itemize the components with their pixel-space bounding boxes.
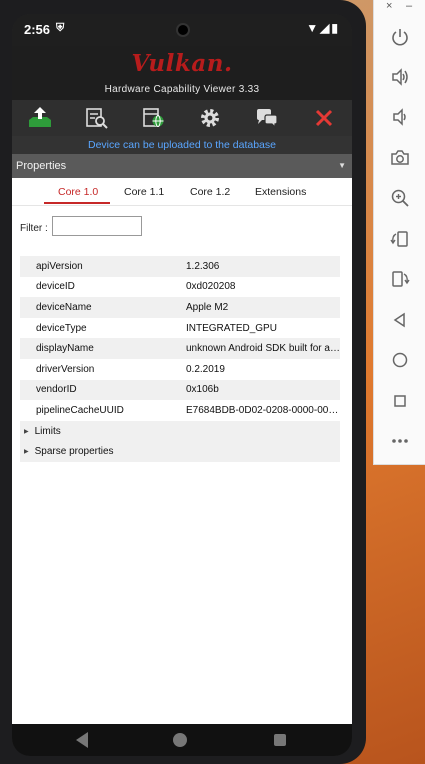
upload-button[interactable] [23,104,57,132]
tab-core-1-1[interactable]: Core 1.1 [124,186,164,198]
table-row[interactable]: apiVersion 1.2.306 [20,256,340,277]
property-value: E7684BDB-0D02-0208-0000-00010 [186,404,340,416]
emulator-overview-button[interactable] [387,388,413,414]
expand-arrow-icon: ▶ [24,449,29,456]
table-row[interactable]: displayName unknown Android SDK built fo… [20,338,340,359]
rotate-right-icon [392,271,410,287]
tab-core-1-0[interactable]: Core 1.0 [58,186,98,198]
emulator-home-button[interactable] [387,347,413,373]
rotate-left-button[interactable] [387,226,413,252]
group-label: Limits [34,425,61,437]
close-icon [315,109,332,127]
signal-battery-icons: ▼◢▮ [306,21,340,35]
camera-icon [391,150,409,165]
home-icon [392,352,408,368]
property-name: apiVersion [36,260,83,272]
report-search-button[interactable] [80,104,114,132]
power-button[interactable] [387,24,413,50]
property-name: displayName [36,343,94,355]
back-icon [393,312,405,328]
volume-down-icon [393,108,406,126]
toolbar [12,100,352,136]
dropdown-arrow-icon: ▼ [338,161,346,170]
upload-icon [29,107,52,127]
filter-input[interactable] [52,216,142,236]
nav-home-icon[interactable] [173,733,187,747]
status-bar: 2:56 ⛨ ▼◢▮ [12,14,352,46]
filter-label: Filter : [20,223,48,234]
close-button[interactable] [307,104,341,132]
phone-screen: 2:56 ⛨ ▼◢▮ Vulkan. Hardware Capability V… [12,14,352,756]
emulator-window-controls: × – [374,0,425,14]
property-name: deviceID [36,281,75,293]
window-close-button[interactable]: × [386,0,392,12]
property-value: 0x106b [186,384,219,396]
property-value: 0xd020208 [186,281,236,293]
emulator-toolbar: × – [373,0,425,465]
property-name: deviceType [36,322,87,334]
volume-down-button[interactable] [387,104,413,130]
properties-table: apiVersion 1.2.306 deviceID 0xd020208 de… [20,256,340,462]
app-header: Vulkan. Hardware Capability Viewer 3.33 [12,46,352,100]
vulkan-logo: Vulkan. [131,50,233,77]
tab-extensions[interactable]: Extensions [255,186,306,198]
android-nav-bar [12,724,352,756]
power-icon [392,29,408,46]
upload-banner[interactable]: Device can be uploaded to the database [12,136,352,154]
rotate-right-button[interactable] [387,266,413,292]
property-value: unknown Android SDK built for ar... [186,343,340,355]
group-sparse-properties[interactable]: ▶ Sparse properties [20,441,340,462]
nav-recents-icon[interactable] [274,734,286,746]
vpn-icon: ⛨ [56,22,65,34]
group-label: Sparse properties [34,446,114,458]
zoom-icon [391,189,409,207]
database-globe-icon [142,108,164,127]
phone-frame: 2:56 ⛨ ▼◢▮ Vulkan. Hardware Capability V… [0,0,366,764]
expand-arrow-icon: ▶ [24,428,29,435]
search-report-icon [86,108,108,129]
camera-cutout [176,23,190,37]
status-time: 2:56 [24,22,51,37]
screenshot-button[interactable] [387,145,413,171]
table-row[interactable]: pipelineCacheUUID E7684BDB-0D02-0208-000… [20,400,340,421]
tab-bar: Core 1.0 Core 1.1 Core 1.2 Extensions [12,178,352,206]
property-value: INTEGRATED_GPU [186,322,277,334]
property-value: Apple M2 [186,301,229,313]
property-name: deviceName [36,301,92,313]
tab-core-1-2[interactable]: Core 1.2 [190,186,230,198]
more-options-button[interactable] [387,428,413,454]
main-content: Core 1.0 Core 1.1 Core 1.2 Extensions Fi… [12,178,352,724]
table-row[interactable]: driverVersion 0.2.2019 [20,359,340,380]
feedback-button[interactable] [250,104,284,132]
property-name: vendorID [36,384,77,396]
zoom-button[interactable] [387,185,413,211]
settings-button[interactable] [193,104,227,132]
active-tab-indicator [44,202,110,204]
volume-up-icon [392,68,408,86]
group-limits[interactable]: ▶ Limits [20,420,340,442]
table-row[interactable]: deviceType INTEGRATED_GPU [20,318,340,339]
property-value: 0.2.2019 [186,363,225,375]
property-name: pipelineCacheUUID [36,404,124,416]
table-row[interactable]: vendorID 0x106b [20,379,340,401]
database-button[interactable] [137,104,171,132]
overview-icon [394,395,406,407]
section-label: Properties [16,160,67,172]
nav-back-icon[interactable] [76,732,88,748]
table-row[interactable]: deviceID 0xd020208 [20,277,340,298]
rotate-left-icon [390,231,408,247]
more-icon [392,439,408,443]
chat-icon [256,109,278,129]
property-value: 1.2.306 [186,260,220,272]
gear-icon [201,109,220,127]
emulator-back-button[interactable] [387,307,413,333]
window-minimize-button[interactable]: – [406,0,412,12]
section-selector[interactable]: Properties ▼ [12,154,352,178]
table-row[interactable]: deviceName Apple M2 [20,297,340,318]
app-subtitle: Hardware Capability Viewer 3.33 [104,84,260,95]
property-name: driverVersion [36,363,95,375]
volume-up-button[interactable] [387,64,413,90]
